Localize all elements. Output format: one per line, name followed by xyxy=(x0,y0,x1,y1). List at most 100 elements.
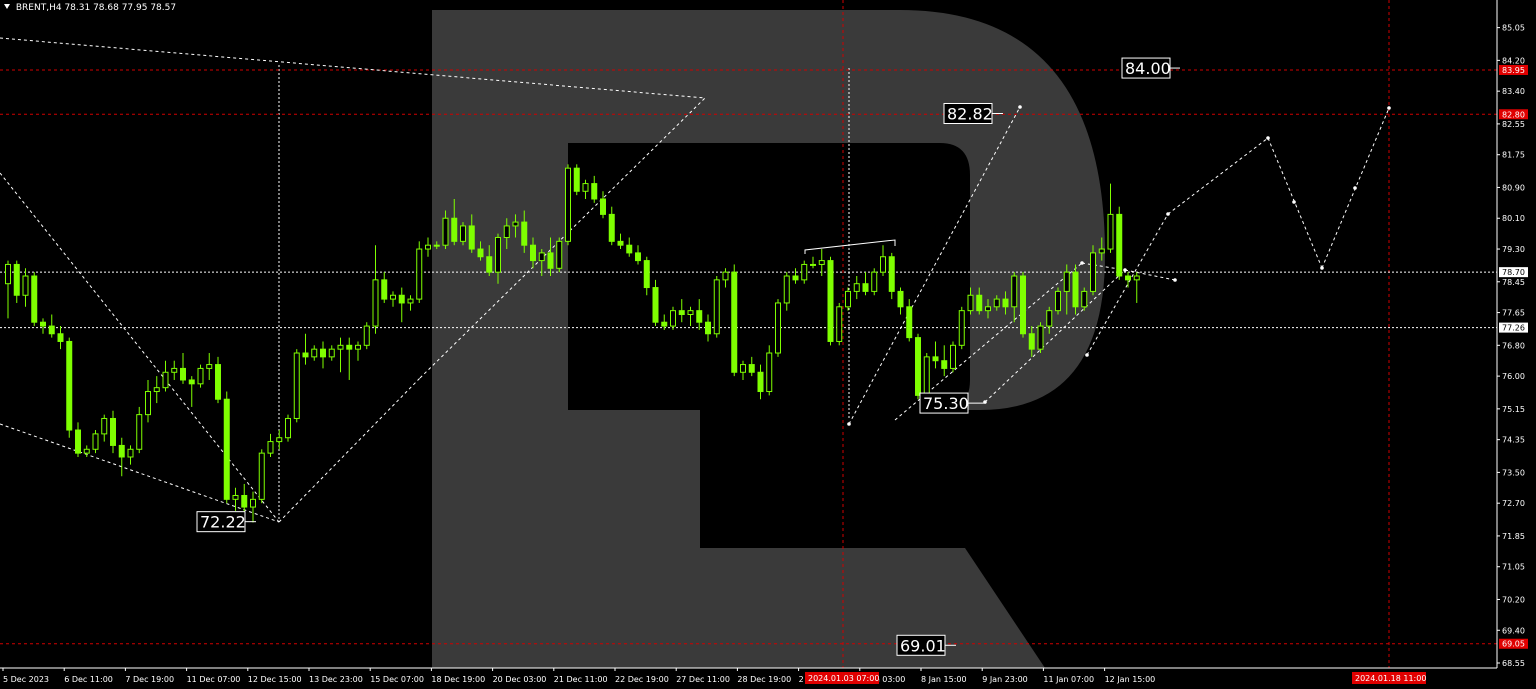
candle-body xyxy=(101,417,108,435)
candle-body xyxy=(556,240,563,269)
price-tick-label: 78.45 xyxy=(1502,278,1525,287)
candle-body xyxy=(92,433,99,450)
trend-line xyxy=(1167,137,1269,215)
price-tick-label: 70.20 xyxy=(1502,595,1525,604)
candle-body xyxy=(5,263,11,285)
candle-body xyxy=(775,302,781,354)
forecast-point xyxy=(1085,353,1089,357)
candle-body xyxy=(1072,271,1079,308)
forecast-point xyxy=(1166,212,1170,216)
price-level-label: 69.05 xyxy=(1502,640,1525,649)
candle-body xyxy=(398,294,405,304)
candle-body xyxy=(757,371,764,393)
price-tick-label: 75.15 xyxy=(1502,405,1525,414)
candle-body xyxy=(1037,325,1044,350)
candle-body xyxy=(1055,290,1061,312)
time-tick-label: 5 Dec 2023 xyxy=(3,675,49,684)
candle-body xyxy=(328,348,335,358)
candle-body xyxy=(1081,290,1088,308)
candle-body xyxy=(206,364,213,369)
candle-body xyxy=(801,263,808,281)
price-level-label: 77.26 xyxy=(1502,324,1525,333)
price-tick-label: 85.05 xyxy=(1502,24,1525,33)
candle-body xyxy=(267,441,274,454)
candle-body xyxy=(57,333,64,342)
candle-body xyxy=(731,271,738,373)
candle-body xyxy=(958,310,965,346)
trend-line xyxy=(278,377,421,523)
forecast-point xyxy=(1320,266,1324,270)
price-tick-label: 74.35 xyxy=(1502,436,1525,445)
candle-body xyxy=(162,371,169,389)
price-chart[interactable]: 84.00 82.82 75.30 72.22 69.01 85.05 84.20 83.4… xyxy=(0,0,1536,689)
candle-body xyxy=(285,417,291,439)
dropdown-icon[interactable] xyxy=(4,4,10,9)
price-tick-label: 80.90 xyxy=(1502,183,1525,192)
price-annotation-label: 69.01 xyxy=(900,636,946,655)
candle-body xyxy=(766,352,773,393)
price-tick-label: 80.10 xyxy=(1502,214,1525,223)
trend-line xyxy=(0,172,280,523)
candle-body xyxy=(311,348,318,358)
ohlc-values: 78.31 78.68 77.95 78.57 xyxy=(64,3,177,13)
candle-body xyxy=(941,360,948,369)
price-tick-label: 72.70 xyxy=(1502,499,1525,508)
time-badge-label: 2024.01.18 11:00 xyxy=(1355,674,1426,683)
candle-body xyxy=(145,391,151,416)
candle-body xyxy=(1107,213,1114,250)
price-level-label: 82.80 xyxy=(1502,110,1525,119)
candle-body xyxy=(276,437,283,443)
candle-body xyxy=(13,263,20,296)
time-tick-label: 18 Dec 19:00 xyxy=(431,675,485,684)
candle-body xyxy=(696,310,703,323)
forecast-point xyxy=(1266,136,1270,140)
candle-body xyxy=(153,387,160,393)
candle-body xyxy=(1046,310,1053,327)
time-tick-label: 12 Jan 15:00 xyxy=(1105,675,1156,684)
candle-body xyxy=(416,248,423,300)
candle-body xyxy=(538,252,545,262)
candle-body xyxy=(713,279,720,335)
forecast-point xyxy=(847,422,851,426)
time-tick-label: 27 Dec 11:00 xyxy=(676,675,730,684)
time-tick-label: 13 Dec 23:00 xyxy=(309,675,363,684)
time-tick-label: 7 Dec 19:00 xyxy=(125,675,174,684)
candle-body xyxy=(547,252,554,269)
price-annotation-label: 72.22 xyxy=(200,513,246,532)
candle-body xyxy=(258,452,265,500)
candle-body xyxy=(1133,275,1140,281)
candle-body xyxy=(40,321,46,327)
time-tick-label: 11 Jan 07:00 xyxy=(1043,675,1094,684)
candle-body xyxy=(346,344,353,350)
candle-body xyxy=(678,310,685,316)
time-tick-label: 8 Jan 15:00 xyxy=(921,675,967,684)
candle-body xyxy=(923,356,930,396)
time-tick-label: 11 Dec 07:00 xyxy=(187,675,241,684)
candle-body xyxy=(75,429,81,454)
candle-body xyxy=(241,494,248,508)
price-tick-label: 81.75 xyxy=(1502,151,1525,160)
candle-body xyxy=(845,290,851,308)
candle-body xyxy=(223,398,230,500)
candle-body xyxy=(993,298,1000,308)
candle-body xyxy=(1020,275,1026,335)
candle-body xyxy=(381,279,388,300)
time-tick-label: 21 Dec 11:00 xyxy=(554,675,608,684)
forecast-point xyxy=(1080,261,1084,265)
candle-body xyxy=(180,367,186,381)
candle-body xyxy=(293,352,300,419)
candle-body xyxy=(915,337,921,396)
candle-body xyxy=(118,444,125,458)
candle-body xyxy=(573,167,580,192)
time-tick-label: 12 Dec 15:00 xyxy=(248,675,302,684)
candle-body xyxy=(355,344,361,350)
candle-body xyxy=(617,240,624,246)
candle-body xyxy=(363,325,370,346)
candle-body xyxy=(635,252,641,262)
candle-body xyxy=(853,283,860,292)
range-bracket xyxy=(804,239,896,254)
candle-body xyxy=(127,448,134,458)
price-tick-label: 82.55 xyxy=(1502,120,1525,129)
candle-body xyxy=(783,275,790,304)
candle-body xyxy=(1125,275,1131,281)
